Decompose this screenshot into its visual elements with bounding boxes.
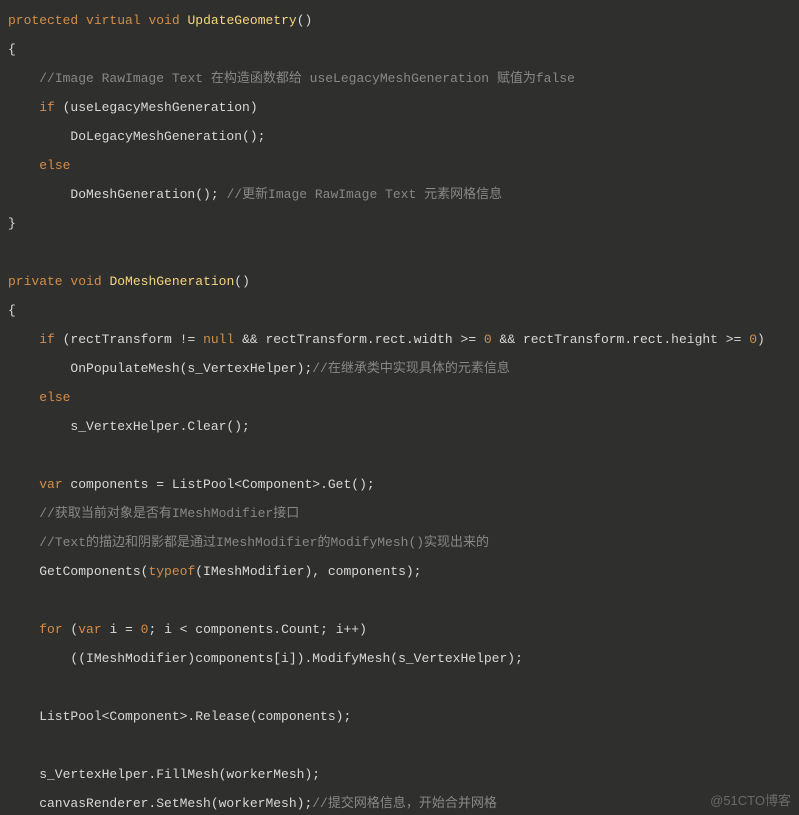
code-token: ) <box>757 332 765 347</box>
code-token <box>8 680 16 695</box>
code-token: () <box>297 13 313 28</box>
code-token: ( <box>63 622 79 637</box>
code-token <box>78 13 86 28</box>
code-token: void <box>148 13 179 28</box>
code-block: protected virtual void UpdateGeometry() … <box>0 0 799 815</box>
code-token: } <box>8 216 16 231</box>
code-token: { <box>8 303 16 318</box>
code-token: UpdateGeometry <box>187 13 296 28</box>
code-token <box>8 245 16 260</box>
code-token: null <box>203 332 234 347</box>
code-token: var <box>39 477 62 492</box>
code-token <box>8 71 39 86</box>
code-token: components = ListPool<Component>.Get(); <box>63 477 375 492</box>
code-token: //Text的描边和阴影都是通过IMeshModifier的ModifyMesh… <box>39 535 489 550</box>
code-token: private <box>8 274 63 289</box>
code-token: (rectTransform != <box>55 332 203 347</box>
code-token: virtual <box>86 13 141 28</box>
code-token: 0 <box>484 332 492 347</box>
code-token <box>8 390 39 405</box>
code-token: { <box>8 42 16 57</box>
code-token <box>8 506 39 521</box>
code-token: if <box>39 100 55 115</box>
code-token: ((IMeshModifier)components[i]).ModifyMes… <box>8 651 523 666</box>
code-token <box>8 448 16 463</box>
code-token <box>8 593 16 608</box>
code-token: //获取当前对象是否有IMeshModifier接口 <box>39 506 299 521</box>
code-token: typeof <box>148 564 195 579</box>
code-token: protected <box>8 13 78 28</box>
code-token: //在继承类中实现具体的元素信息 <box>312 361 510 376</box>
code-token: DoLegacyMeshGeneration(); <box>8 129 265 144</box>
code-token: //Image RawImage Text 在构造函数都给 useLegacyM… <box>39 71 575 86</box>
code-token: && rectTransform.rect.height >= <box>492 332 749 347</box>
code-token: else <box>39 158 70 173</box>
code-token <box>8 535 39 550</box>
code-token: for <box>39 622 62 637</box>
code-token: s_VertexHelper.FillMesh(workerMesh); <box>8 767 320 782</box>
code-token <box>8 738 16 753</box>
code-token: void <box>70 274 101 289</box>
code-token: GetComponents( <box>8 564 148 579</box>
code-token: ; i < components.Count; i++) <box>148 622 366 637</box>
code-token <box>8 332 39 347</box>
code-token: else <box>39 390 70 405</box>
code-token: canvasRenderer.SetMesh(workerMesh); <box>8 796 312 811</box>
code-token: (IMeshModifier), components); <box>195 564 421 579</box>
code-token: //提交网格信息，开始合并网格 <box>312 796 497 811</box>
code-token <box>8 158 39 173</box>
code-token: DoMeshGeneration <box>109 274 234 289</box>
code-token: var <box>78 622 101 637</box>
code-token: //更新Image RawImage Text 元素网格信息 <box>226 187 502 202</box>
code-token: if <box>39 332 55 347</box>
code-token <box>8 622 39 637</box>
code-token: ListPool<Component>.Release(components); <box>8 709 351 724</box>
code-token: () <box>234 274 250 289</box>
code-token: i = <box>102 622 141 637</box>
code-token: (useLegacyMeshGeneration) <box>55 100 258 115</box>
code-token <box>8 477 39 492</box>
code-token <box>8 100 39 115</box>
code-token: s_VertexHelper.Clear(); <box>8 419 250 434</box>
code-token: DoMeshGeneration(); <box>8 187 226 202</box>
code-token: && rectTransform.rect.width >= <box>234 332 484 347</box>
code-token: OnPopulateMesh(s_VertexHelper); <box>8 361 312 376</box>
code-token: 0 <box>749 332 757 347</box>
